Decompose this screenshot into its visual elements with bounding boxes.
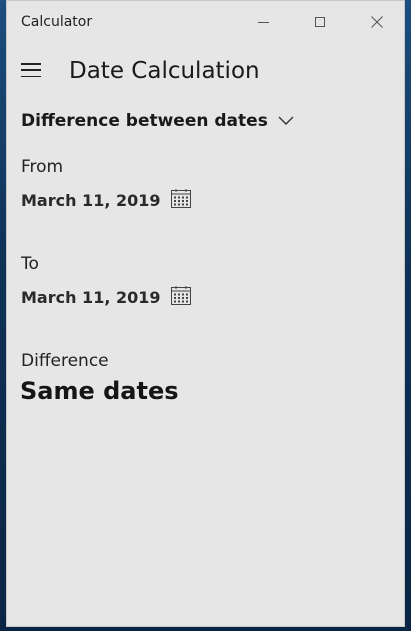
calculation-mode-dropdown[interactable]: Difference between dates xyxy=(21,111,294,131)
page-title: Date Calculation xyxy=(69,58,260,84)
calendar-icon[interactable] xyxy=(170,189,191,212)
app-header: Date Calculation xyxy=(7,43,404,99)
desktop-background: Calculator Date Calculation Difference b… xyxy=(0,0,411,631)
to-label: To xyxy=(21,254,39,274)
maximize-icon xyxy=(315,17,325,27)
from-label: From xyxy=(21,157,64,177)
maximize-button[interactable] xyxy=(297,1,343,43)
title-bar[interactable]: Calculator xyxy=(7,1,404,43)
app-title: Calculator xyxy=(21,14,93,30)
from-date-picker[interactable]: March 11, 2019 xyxy=(21,189,191,212)
calendar-icon[interactable] xyxy=(170,286,191,309)
minimize-icon xyxy=(257,21,269,23)
to-date-value: March 11, 2019 xyxy=(21,288,161,307)
minimize-button[interactable] xyxy=(240,1,286,43)
from-date-value: March 11, 2019 xyxy=(21,191,161,210)
to-date-picker[interactable]: March 11, 2019 xyxy=(21,286,191,309)
difference-label: Difference xyxy=(21,351,109,371)
difference-result: Same dates xyxy=(20,377,179,405)
close-button[interactable] xyxy=(354,1,400,43)
mode-selected-label: Difference between dates xyxy=(21,111,268,131)
close-icon xyxy=(371,16,383,28)
chevron-down-icon xyxy=(278,116,294,125)
hamburger-icon[interactable] xyxy=(21,63,41,77)
calculator-window: Calculator Date Calculation Difference b… xyxy=(6,0,405,627)
